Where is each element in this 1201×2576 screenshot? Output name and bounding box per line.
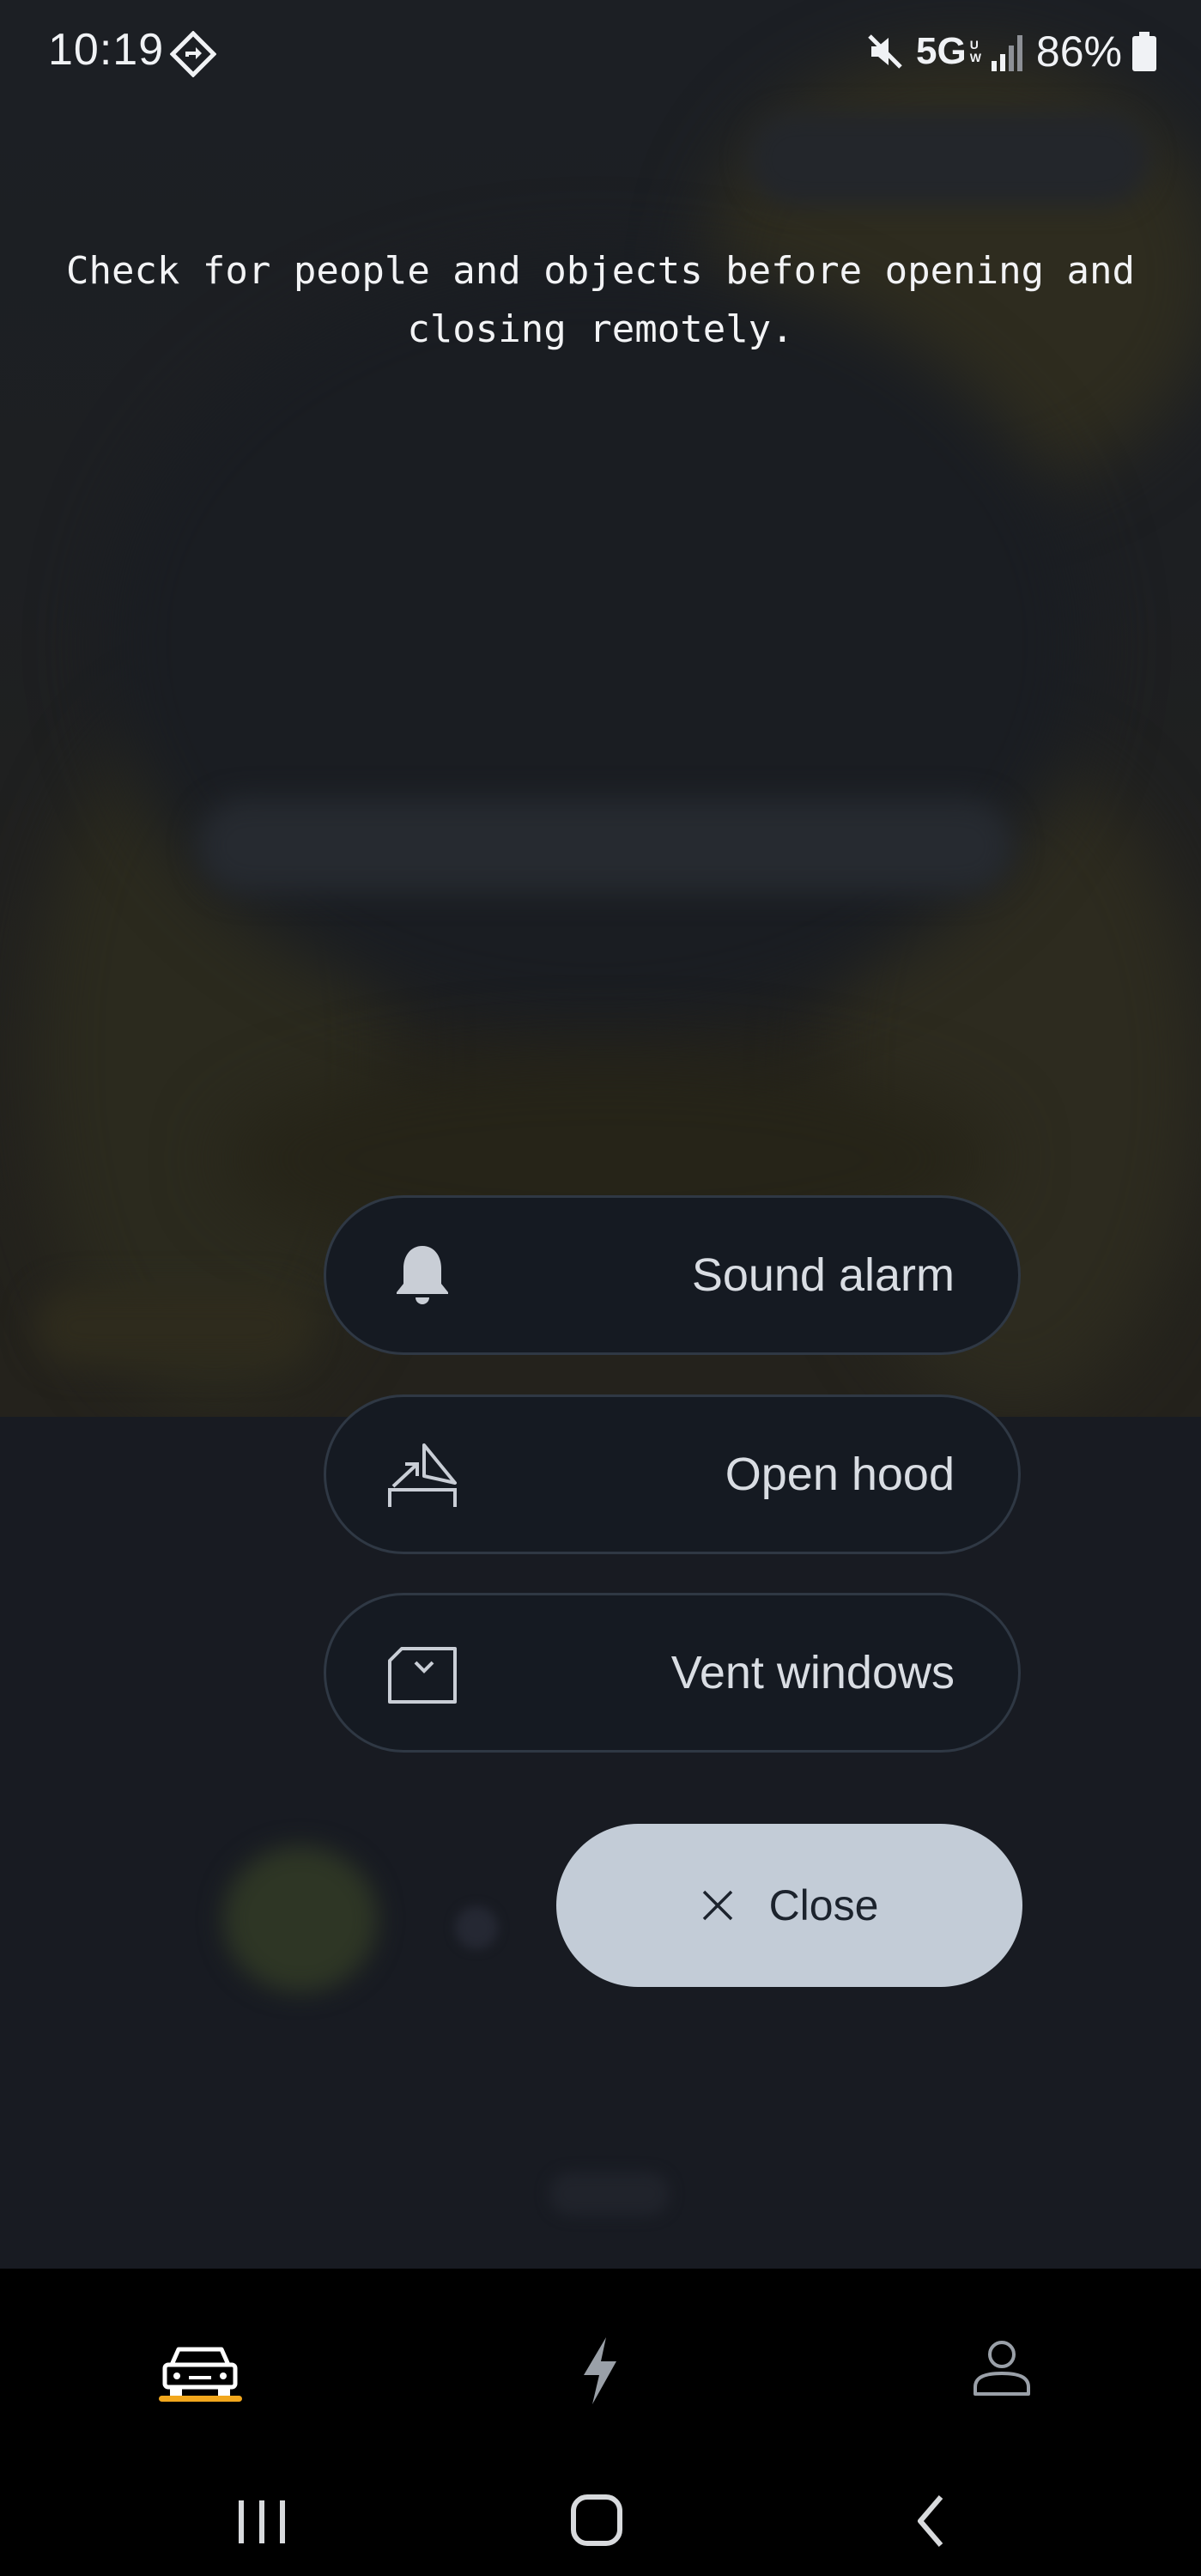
mute-icon — [868, 34, 902, 69]
recent-apps-icon[interactable] — [215, 2483, 309, 2561]
open-hood-button[interactable]: Open hood — [324, 1394, 1021, 1554]
bell-icon — [397, 1246, 448, 1304]
open-hood-label: Open hood — [725, 1449, 955, 1500]
sound-alarm-button[interactable]: Sound alarm — [324, 1195, 1021, 1355]
lightning-icon[interactable] — [553, 2322, 647, 2416]
vehicle-icon[interactable] — [153, 2322, 247, 2416]
bottom-navigation — [0, 2269, 1201, 2576]
network-sub: U W — [969, 38, 981, 64]
remote-warning-text: Check for people and objects before open… — [65, 249, 1136, 351]
close-icon — [702, 1890, 732, 1921]
status-time: 10:19 — [48, 25, 165, 75]
vent-windows-label: Vent windows — [670, 1647, 955, 1698]
status-bar: 10:19 5G U W 86% — [0, 0, 1201, 103]
home-icon[interactable] — [549, 2483, 644, 2561]
back-icon[interactable] — [886, 2483, 980, 2561]
window-vent-icon — [388, 1647, 457, 1704]
battery-percent: 86% — [1035, 27, 1122, 76]
signal-icon — [991, 35, 1022, 71]
close-button[interactable]: Close — [556, 1824, 1022, 1987]
nav-diamond-icon — [170, 31, 216, 77]
active-tab-indicator — [159, 2396, 242, 2402]
battery-icon — [1132, 32, 1156, 71]
sound-alarm-label: Sound alarm — [691, 1249, 955, 1301]
close-label: Close — [768, 1881, 879, 1929]
hood-icon — [388, 1443, 457, 1507]
vent-windows-button[interactable]: Vent windows — [324, 1593, 1021, 1753]
status-indicators: 5G U W 86% — [864, 24, 1156, 79]
network-label: 5G — [916, 30, 967, 72]
profile-icon[interactable] — [955, 2322, 1049, 2416]
